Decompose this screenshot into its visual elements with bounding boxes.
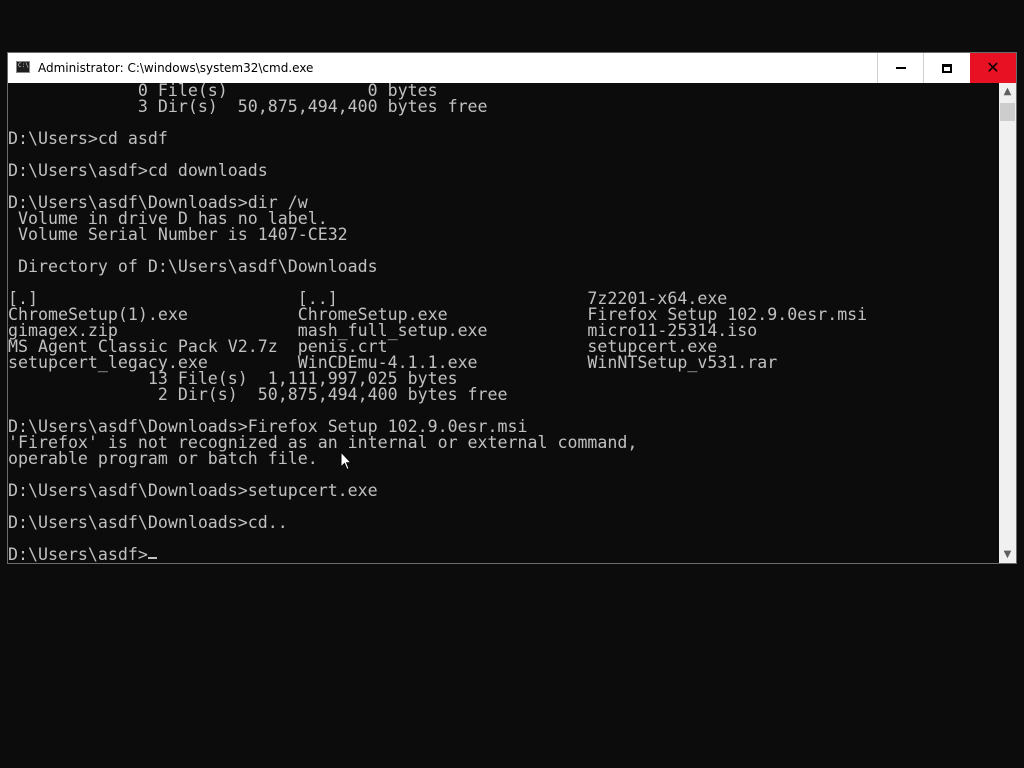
- title-bar[interactable]: C:\ Administrator: C:\windows\system32\c…: [8, 53, 1016, 83]
- mouse-pointer-icon: [340, 451, 352, 471]
- title-separator: [877, 53, 878, 83]
- scroll-thumb[interactable]: [1000, 103, 1015, 121]
- chevron-up-icon: ▲: [1003, 86, 1012, 97]
- cmd-window: C:\ Administrator: C:\windows\system32\c…: [7, 52, 1017, 564]
- console-output[interactable]: 0 File(s) 0 bytes 3 Dir(s) 50,875,494,40…: [8, 83, 999, 563]
- prompt-text: D:\Users\asdf>: [8, 545, 148, 563]
- window-title: Administrator: C:\windows\system32\cmd.e…: [38, 61, 314, 75]
- chevron-down-icon: ▼: [1003, 549, 1012, 560]
- scroll-up-button[interactable]: ▲: [999, 83, 1016, 100]
- close-button[interactable]: ✕: [970, 53, 1016, 83]
- console-line: Directory of D:\Users\asdf\Downloads: [8, 257, 378, 276]
- title-separator: [923, 53, 924, 83]
- console-line: Volume Serial Number is 1407-CE32: [8, 225, 348, 244]
- console-line: D:\Users\asdf\Downloads>setupcert.exe: [8, 481, 378, 500]
- vertical-scrollbar[interactable]: ▲ ▼: [999, 83, 1016, 563]
- console-line: D:\Users\asdf>cd downloads: [8, 161, 268, 180]
- text-cursor: [147, 557, 157, 559]
- console-line: 3 Dir(s) 50,875,494,400 bytes free: [8, 97, 488, 116]
- console-line: D:\Users>cd asdf: [8, 129, 168, 148]
- close-icon: ✕: [986, 58, 1000, 77]
- maximize-icon: [942, 63, 952, 73]
- cmd-icon[interactable]: C:\: [16, 61, 30, 73]
- scroll-down-button[interactable]: ▼: [999, 546, 1016, 563]
- console-line: 2 Dir(s) 50,875,494,400 bytes free: [8, 385, 508, 404]
- minimize-icon: [896, 67, 906, 69]
- command-prompt-line[interactable]: D:\Users\asdf>: [8, 545, 999, 563]
- console-line: operable program or batch file.: [8, 449, 318, 468]
- console-line: D:\Users\asdf\Downloads>cd..: [8, 513, 288, 532]
- console-text: 0 File(s) 0 bytes 3 Dir(s) 50,875,494,40…: [8, 83, 999, 563]
- maximize-button[interactable]: [924, 53, 970, 83]
- minimize-button[interactable]: [878, 53, 924, 83]
